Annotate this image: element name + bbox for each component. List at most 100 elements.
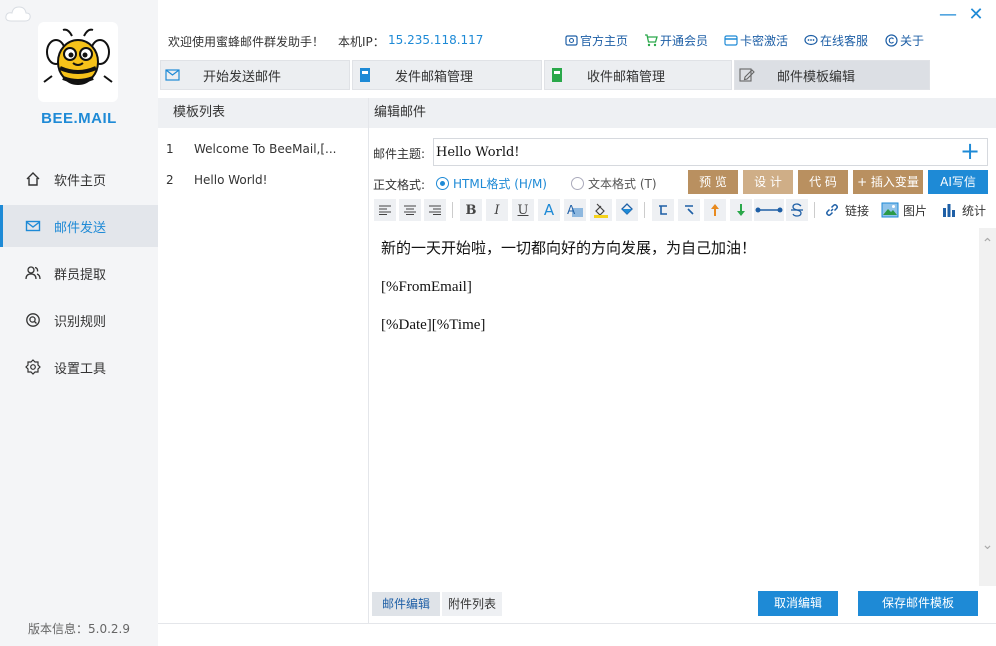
nav-item-label: 群员提取 [54, 267, 107, 283]
chat-icon [804, 34, 818, 48]
body-line: [%Date][%Time] [381, 317, 486, 333]
align-left-icon[interactable] [374, 199, 396, 221]
bold-icon[interactable]: B [460, 199, 482, 221]
insert-stats-button[interactable]: 统计 [940, 199, 986, 221]
move-up-icon[interactable] [704, 199, 726, 221]
home-page-icon [564, 34, 578, 48]
image-icon [881, 201, 899, 219]
editor-scrollbar[interactable] [979, 228, 996, 586]
mail-body-editor[interactable]: 新的一天开始啦，一切都向好的方向发展，为自己加油！ [%FromEmail] [… [369, 228, 979, 586]
membership-label: 开通会员 [660, 34, 709, 48]
inbox-icon [549, 67, 565, 83]
ai-write-button[interactable]: AI写信 [928, 170, 988, 194]
bee-logo [38, 22, 118, 102]
minimize-button[interactable]: — [938, 6, 958, 24]
insert-variable-button[interactable]: + 插入变量 [853, 170, 923, 194]
horizontal-line-icon[interactable] [754, 199, 784, 221]
tab-label: 收件邮箱管理 [587, 69, 666, 85]
template-name: Hello World! [194, 173, 268, 187]
tab-outbox-manage[interactable]: 发件邮箱管理 [352, 60, 542, 90]
underline-icon[interactable]: U [512, 199, 534, 221]
bar-chart-icon [940, 201, 958, 219]
tab-label: 发件邮箱管理 [395, 69, 474, 85]
about-link[interactable]: 关于 [884, 32, 924, 49]
add-subject-button[interactable]: + [957, 139, 983, 165]
paint-bucket-icon[interactable] [616, 199, 638, 221]
mail-icon [24, 217, 42, 235]
sidebar: BEE.MAIL 软件主页 邮件发送 群员提取 识别规则 设置工具 版本信息：5… [0, 0, 158, 646]
radio-dot [571, 177, 584, 190]
insert-image-button[interactable]: 图片 [881, 199, 927, 221]
send-mail-icon [165, 67, 181, 83]
template-list-header: 模板列表 [158, 98, 368, 128]
radio-dot [436, 177, 449, 190]
code-button[interactable]: 代 码 [798, 170, 848, 194]
toolbar-separator [644, 202, 645, 218]
ip-label: 本机IP： [338, 35, 385, 49]
close-button[interactable]: ✕ [966, 6, 986, 24]
edit-mail-header: 编辑邮件 [369, 98, 996, 128]
membership-link[interactable]: 开通会员 [644, 32, 708, 49]
template-num: 2 [166, 173, 174, 187]
nav-item-mail-send[interactable]: 邮件发送 [0, 205, 158, 247]
card-icon [724, 34, 738, 48]
design-button[interactable]: 设 计 [743, 170, 793, 194]
about-label: 关于 [900, 34, 925, 48]
template-list-item[interactable]: 1 Welcome To BeeMail,[... [158, 134, 368, 164]
template-list-item[interactable]: 2 Hello World! [158, 165, 368, 195]
format-label: 正文格式: [373, 178, 426, 192]
svg-text:A: A [567, 203, 576, 217]
stats-label: 统计 [962, 203, 987, 218]
official-site-label: 官方主页 [580, 34, 629, 48]
body-line: 新的一天开始啦，一切都向好的方向发展，为自己加油！ [381, 241, 757, 257]
align-center-icon[interactable] [399, 199, 421, 221]
welcome-text: 欢迎使用蜜蜂邮件群发助手！ [168, 35, 325, 49]
home-icon [24, 170, 42, 188]
brand-name: BEE.MAIL [41, 110, 117, 127]
tab-start-sending[interactable]: 开始发送邮件 [160, 60, 350, 90]
format-html-label: HTML格式 (H/M) [453, 177, 547, 191]
link-label: 链接 [845, 203, 870, 218]
card-activate-link[interactable]: 卡密激活 [724, 32, 788, 49]
nav-item-label: 软件主页 [54, 173, 107, 189]
italic-icon[interactable]: I [486, 199, 508, 221]
subject-input[interactable] [436, 141, 946, 163]
nav-item-label: 设置工具 [54, 361, 107, 377]
tab-template-edit[interactable]: 邮件模板编辑 [734, 60, 930, 90]
format-text-radio[interactable]: 文本格式 (T) [571, 175, 657, 192]
highlight-icon[interactable] [590, 199, 612, 221]
cart-icon [644, 34, 658, 48]
chevron-up-icon[interactable]: ⌃ [979, 236, 996, 256]
nav-item-group-extract[interactable]: 群员提取 [0, 252, 158, 294]
body-line: [%FromEmail] [381, 279, 472, 295]
font-background-icon[interactable]: A [564, 199, 586, 221]
nav-item-rules[interactable]: 识别规则 [0, 299, 158, 341]
tab-attachment-list[interactable]: 附件列表 [442, 592, 502, 616]
tab-inbox-manage[interactable]: 收件邮箱管理 [544, 60, 732, 90]
format-html-radio[interactable]: HTML格式 (H/M) [436, 175, 547, 192]
tab-label: 开始发送邮件 [203, 69, 282, 85]
indent-icon[interactable] [652, 199, 674, 221]
chevron-down-icon[interactable]: ⌄ [979, 537, 996, 557]
preview-button[interactable]: 预 览 [688, 170, 738, 194]
cancel-edit-button[interactable]: 取消编辑 [758, 591, 838, 616]
subject-label: 邮件主题: [373, 147, 426, 161]
subject-field: + [433, 138, 988, 166]
outdent-icon[interactable] [678, 199, 700, 221]
insert-link-button[interactable]: 链接 [823, 199, 869, 221]
move-down-icon[interactable] [730, 199, 752, 221]
card-activate-label: 卡密激活 [740, 34, 789, 48]
align-right-icon[interactable] [424, 199, 446, 221]
image-label: 图片 [903, 203, 928, 218]
save-template-button[interactable]: 保存邮件模板 [858, 591, 978, 616]
nav-item-home[interactable]: 软件主页 [0, 158, 158, 200]
tab-mail-edit[interactable]: 邮件编辑 [372, 592, 440, 616]
online-service-link[interactable]: 在线客服 [804, 32, 868, 49]
official-site-link[interactable]: 官方主页 [564, 32, 628, 49]
strikethrough-icon[interactable] [786, 199, 808, 221]
gear-icon [24, 358, 42, 376]
cloud-icon [4, 4, 32, 24]
nav-item-settings[interactable]: 设置工具 [0, 346, 158, 388]
magnifier-icon [24, 311, 42, 329]
font-color-icon[interactable]: A [538, 199, 560, 221]
